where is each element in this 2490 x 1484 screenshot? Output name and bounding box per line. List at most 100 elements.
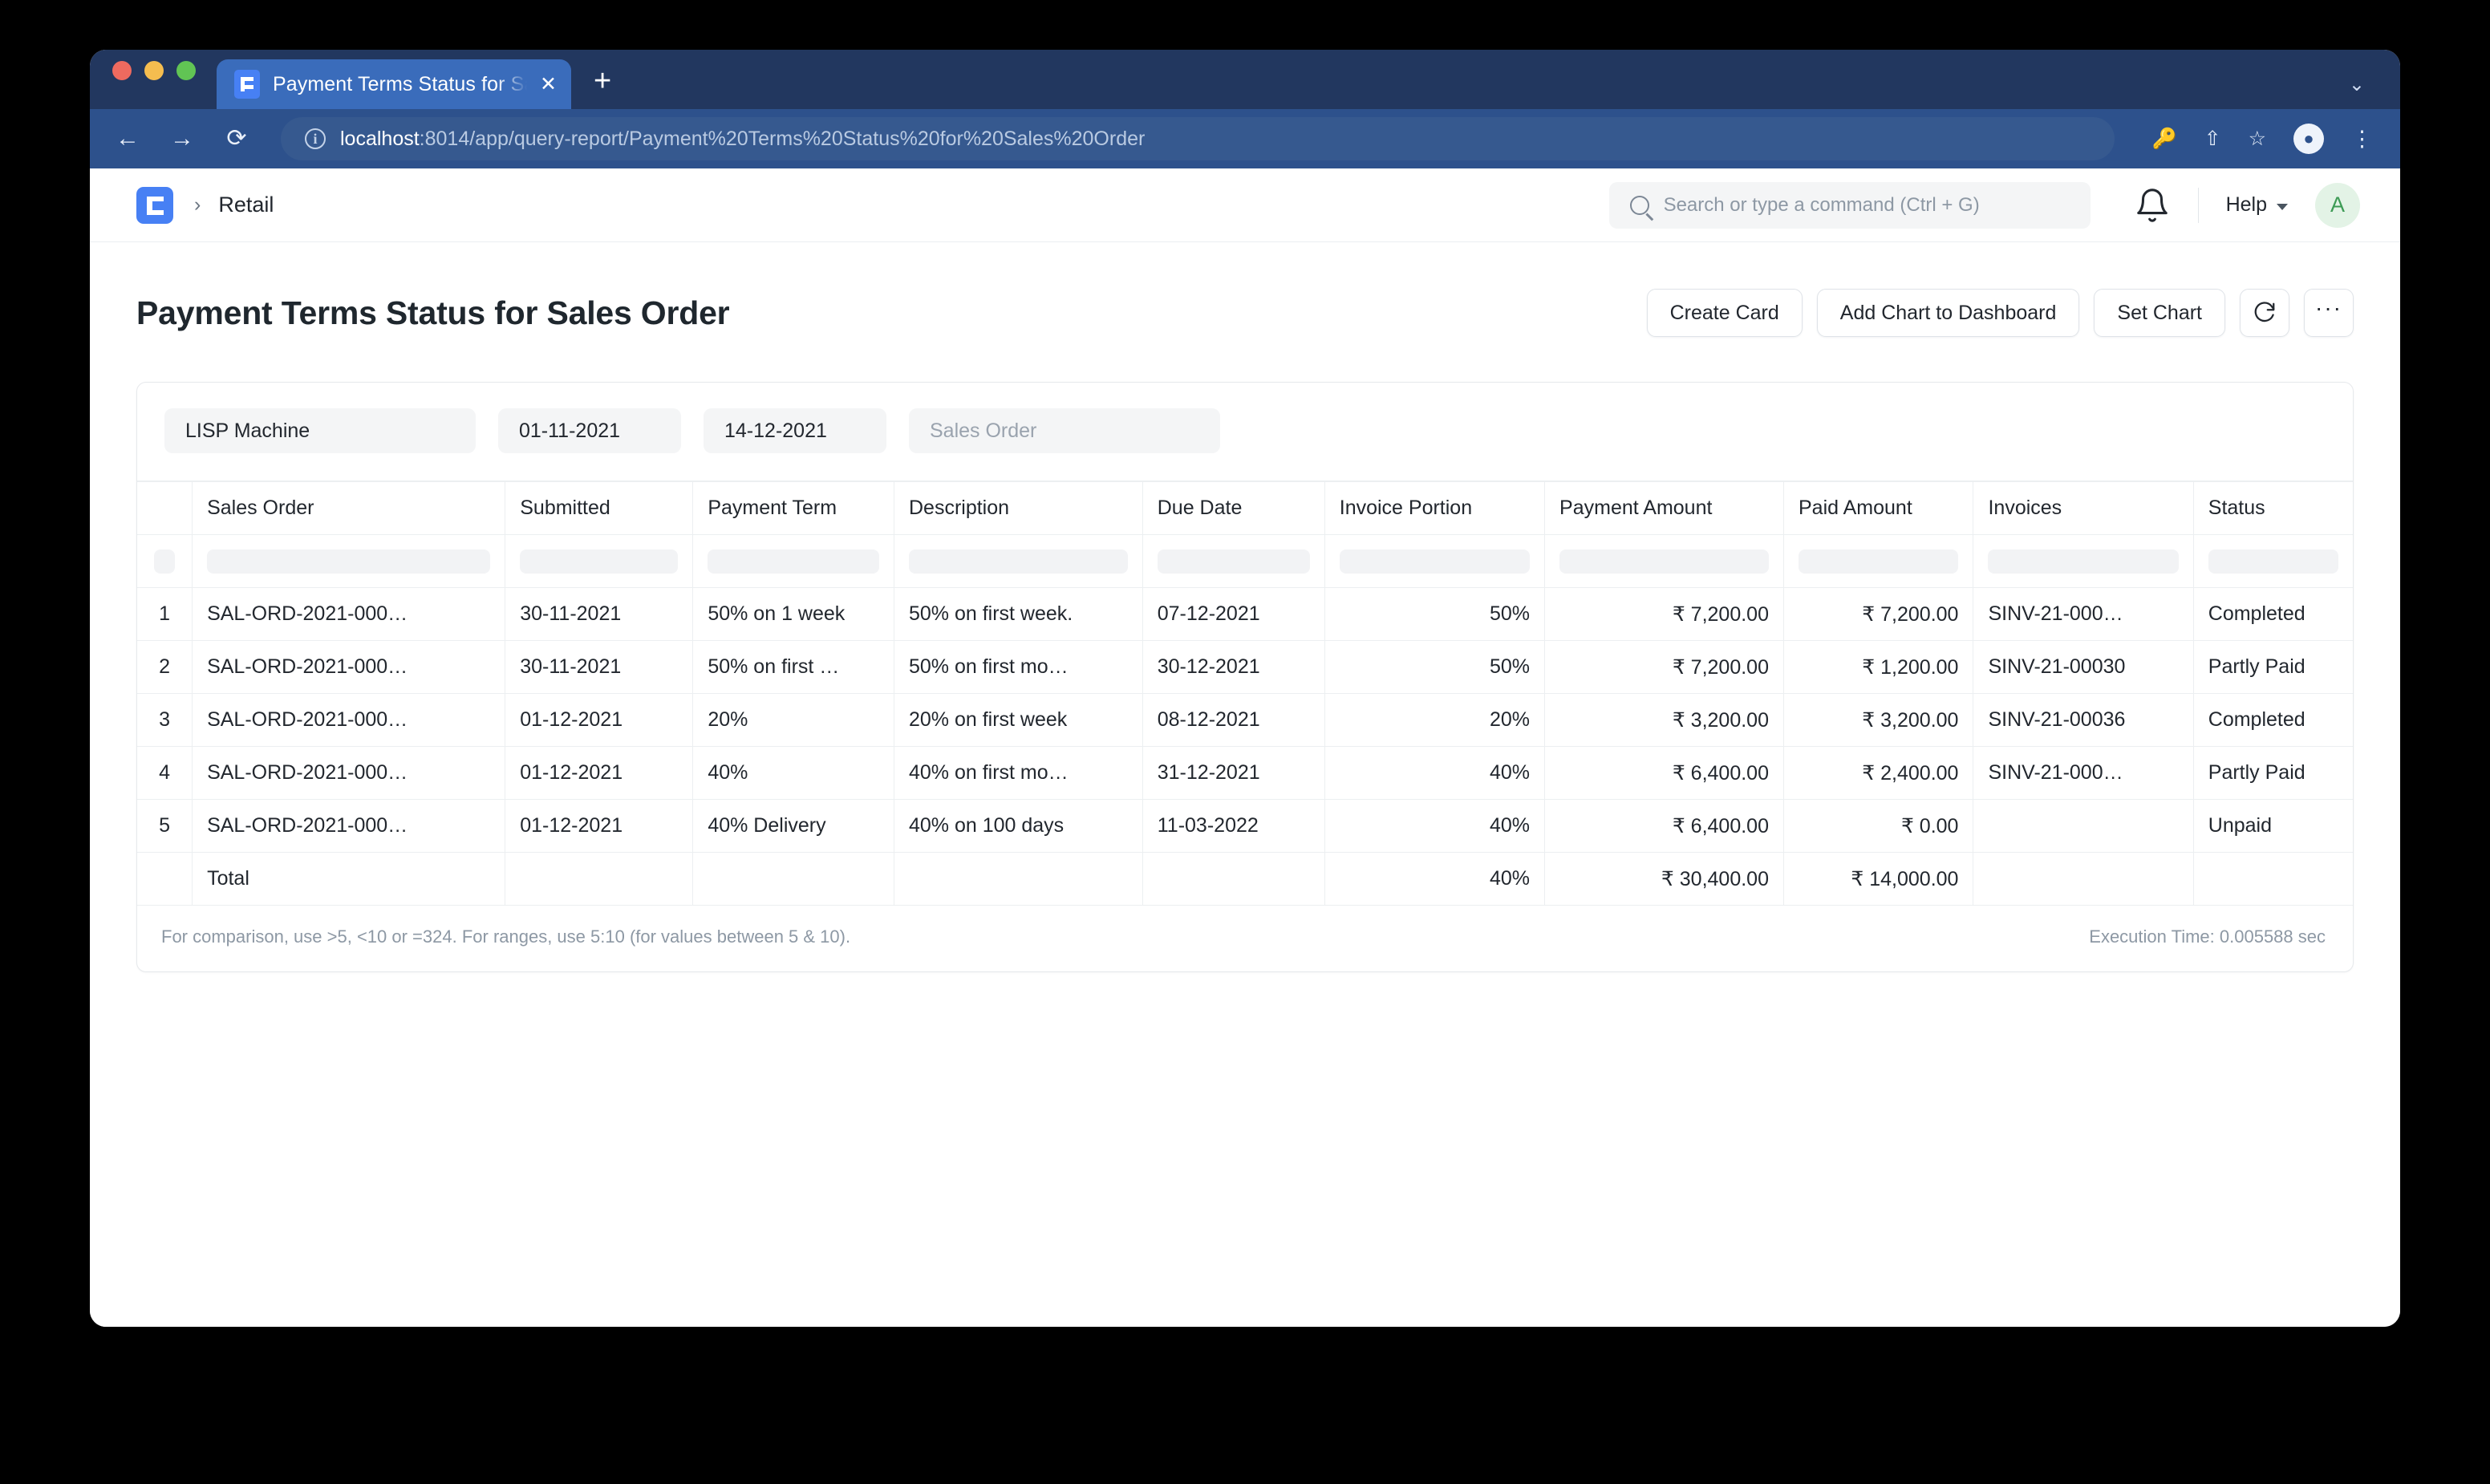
column-filter-input[interactable] (909, 549, 1128, 574)
table-head: Sales Order Submitted Payment Term Descr… (137, 482, 2353, 535)
filter-company[interactable]: LISP Machine (164, 408, 476, 453)
table-row[interactable]: 4 SAL-ORD-2021-000… 01-12-2021 40% 40% o… (137, 747, 2353, 800)
erpnext-favicon-icon (234, 70, 260, 99)
cell-invoices[interactable]: SINV-21-000… (1973, 747, 2193, 800)
global-search-input[interactable]: Search or type a command (Ctrl + G) (1609, 182, 2091, 229)
forward-button[interactable]: → (165, 127, 199, 151)
url-path: :8014/app/query-report/Payment%20Terms%2… (420, 128, 1146, 150)
table-row[interactable]: 3 SAL-ORD-2021-000… 01-12-2021 20% 20% o… (137, 694, 2353, 747)
column-filter-input[interactable] (1158, 549, 1310, 574)
cell-invoice-portion: 50% (1324, 641, 1544, 694)
col-header-invoice-portion[interactable]: Invoice Portion (1324, 482, 1544, 535)
filter-sales-order[interactable]: Sales Order (909, 408, 1220, 453)
filter-to-date[interactable]: 14-12-2021 (704, 408, 886, 453)
row-index: 1 (137, 588, 193, 641)
cell-paid-amount: ₹ 7,200.00 (1784, 588, 1973, 641)
cell-sales-order[interactable]: SAL-ORD-2021-000… (193, 800, 505, 853)
filter-cell-invoice-portion (1324, 535, 1544, 588)
site-info-icon[interactable]: i (305, 128, 326, 149)
row-index-header (137, 482, 193, 535)
col-header-description[interactable]: Description (894, 482, 1142, 535)
col-header-due-date[interactable]: Due Date (1142, 482, 1324, 535)
cell-status: Unpaid (2193, 800, 2353, 853)
total-status (2193, 853, 2353, 906)
cell-sales-order[interactable]: SAL-ORD-2021-000… (193, 641, 505, 694)
col-header-paid-amount[interactable]: Paid Amount (1784, 482, 1973, 535)
browser-tab-title: Payment Terms Status for Sales (273, 73, 527, 96)
col-header-payment-term[interactable]: Payment Term (693, 482, 894, 535)
bookmark-star-icon[interactable]: ☆ (2249, 127, 2266, 151)
column-filter-input[interactable] (154, 549, 175, 574)
help-dropdown[interactable]: Help (2226, 193, 2288, 217)
column-filter-input[interactable] (1340, 549, 1530, 574)
cell-sales-order[interactable]: SAL-ORD-2021-000… (193, 694, 505, 747)
cell-payment-term: 20% (693, 694, 894, 747)
set-chart-button[interactable]: Set Chart (2094, 289, 2225, 337)
table-row[interactable]: 1 SAL-ORD-2021-000… 30-11-2021 50% on 1 … (137, 588, 2353, 641)
cell-paid-amount: ₹ 2,400.00 (1784, 747, 1973, 800)
breadcrumb-retail-link[interactable]: Retail (218, 193, 274, 217)
app-navbar: › Retail Search or type a command (Ctrl … (90, 168, 2400, 242)
column-filter-input[interactable] (1988, 549, 2178, 574)
column-filter-input[interactable] (207, 549, 490, 574)
browser-tab-active[interactable]: Payment Terms Status for Sales ✕ (217, 59, 571, 109)
page-title: Payment Terms Status for Sales Order (136, 294, 729, 332)
omnibox[interactable]: i localhost:8014/app/query-report/Paymen… (281, 117, 2115, 160)
back-button[interactable]: ← (111, 127, 144, 151)
minimize-window-button[interactable] (144, 61, 164, 80)
reload-button[interactable]: ⟳ (220, 127, 253, 151)
refresh-icon-button[interactable] (2240, 289, 2289, 337)
cell-submitted: 01-12-2021 (505, 747, 693, 800)
col-header-submitted[interactable]: Submitted (505, 482, 693, 535)
cell-payment-amount: ₹ 7,200.00 (1545, 588, 1784, 641)
column-filter-input[interactable] (1799, 549, 1958, 574)
col-header-payment-amount[interactable]: Payment Amount (1545, 482, 1784, 535)
cell-sales-order[interactable]: SAL-ORD-2021-000… (193, 588, 505, 641)
browser-menu-icon[interactable]: ⋮ (2351, 132, 2373, 147)
table-row[interactable]: 5 SAL-ORD-2021-000… 01-12-2021 40% Deliv… (137, 800, 2353, 853)
filter-cell-index (137, 535, 193, 588)
global-search-placeholder: Search or type a command (Ctrl + G) (1664, 194, 1980, 217)
total-payment-term (693, 853, 894, 906)
tab-list-chevron-down-icon[interactable]: ⌄ (2349, 73, 2365, 96)
password-key-icon[interactable]: 🔑 (2151, 128, 2176, 151)
search-icon (1630, 196, 1649, 215)
cell-paid-amount: ₹ 1,200.00 (1784, 641, 1973, 694)
col-header-sales-order[interactable]: Sales Order (193, 482, 505, 535)
user-avatar[interactable]: A (2315, 183, 2360, 228)
cell-due-date: 31-12-2021 (1142, 747, 1324, 800)
share-icon[interactable]: ⇧ (2204, 127, 2221, 151)
cell-sales-order[interactable]: SAL-ORD-2021-000… (193, 747, 505, 800)
close-window-button[interactable] (112, 61, 132, 80)
table-row[interactable]: 2 SAL-ORD-2021-000… 30-11-2021 50% on fi… (137, 641, 2353, 694)
column-filter-input[interactable] (2208, 549, 2338, 574)
column-filter-input[interactable] (708, 549, 879, 574)
cell-due-date: 11-03-2022 (1142, 800, 1324, 853)
notifications-bell-icon[interactable] (2134, 187, 2171, 224)
erpnext-logo-icon[interactable] (136, 187, 173, 224)
more-options-button[interactable]: ··· (2304, 289, 2354, 337)
browser-profile-avatar[interactable]: ● (2293, 124, 2324, 154)
cell-paid-amount: ₹ 0.00 (1784, 800, 1973, 853)
maximize-window-button[interactable] (176, 61, 196, 80)
create-card-button[interactable]: Create Card (1647, 289, 1803, 337)
cell-invoices[interactable]: SINV-21-00036 (1973, 694, 2193, 747)
col-header-invoices[interactable]: Invoices (1973, 482, 2193, 535)
total-payment-amount: ₹ 30,400.00 (1545, 853, 1784, 906)
url-host: localhost (340, 128, 420, 150)
browser-tab-strip: Payment Terms Status for Sales ✕ + ⌄ (90, 50, 2400, 109)
column-filter-input[interactable] (1559, 549, 1769, 574)
cell-status: Partly Paid (2193, 641, 2353, 694)
cell-invoices[interactable]: SINV-21-00030 (1973, 641, 2193, 694)
filter-cell-status (2193, 535, 2353, 588)
add-chart-to-dashboard-button[interactable]: Add Chart to Dashboard (1817, 289, 2080, 337)
cell-payment-term: 50% on first … (693, 641, 894, 694)
column-filter-input[interactable] (520, 549, 678, 574)
cell-invoices[interactable]: SINV-21-000… (1973, 588, 2193, 641)
new-tab-button[interactable]: + (594, 66, 611, 109)
cell-description: 40% on first mo… (894, 747, 1142, 800)
cell-invoices[interactable] (1973, 800, 2193, 853)
filter-from-date[interactable]: 01-11-2021 (498, 408, 681, 453)
col-header-status[interactable]: Status (2193, 482, 2353, 535)
close-tab-icon[interactable]: ✕ (540, 75, 557, 95)
